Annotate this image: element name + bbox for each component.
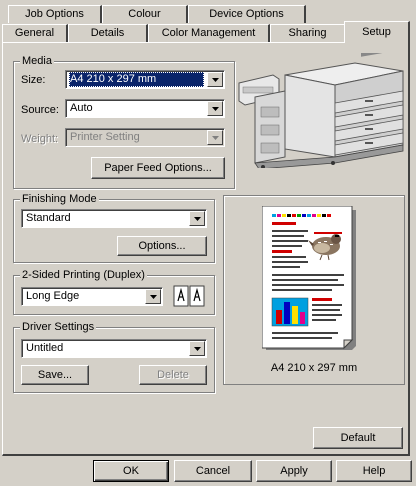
duplex-orientation-icon (173, 285, 205, 307)
tab-label: Colour (128, 8, 161, 20)
apply-button[interactable]: Apply (256, 460, 332, 482)
chevron-down-icon[interactable] (207, 101, 223, 116)
duplex-select[interactable]: Long Edge (21, 287, 163, 306)
weight-select: Printer Setting (65, 128, 225, 147)
cancel-label: Cancel (195, 465, 231, 477)
tab-color-management[interactable]: Color Management (148, 24, 270, 42)
paper-feed-options-button[interactable]: Paper Feed Options... (91, 157, 225, 179)
apply-label: Apply (280, 465, 308, 477)
tab-setup[interactable]: Setup (344, 21, 410, 43)
default-label: Default (340, 432, 376, 444)
help-button[interactable]: Help (336, 460, 412, 482)
printer-illustration (238, 53, 404, 168)
size-label: Size: (21, 74, 46, 86)
tab-label: General (14, 27, 55, 39)
tab-label: Color Management (161, 27, 256, 39)
driver-settings-select[interactable]: Untitled (21, 339, 207, 358)
chevron-down-icon[interactable] (189, 341, 205, 356)
ok-button[interactable]: OK (93, 460, 169, 482)
tab-details[interactable]: Details (68, 24, 148, 42)
source-select[interactable]: Auto (65, 99, 225, 118)
delete-settings-label: Delete (157, 369, 189, 381)
finishing-mode-title: Finishing Mode (20, 192, 99, 206)
chevron-down-icon (207, 130, 223, 145)
finishing-options-label: Options... (138, 240, 186, 252)
default-button[interactable]: Default (313, 427, 403, 449)
size-value: A4 210 x 297 mm (69, 72, 204, 87)
duplex-value: Long Edge (26, 290, 80, 302)
duplex-title: 2-Sided Printing (Duplex) (20, 268, 147, 282)
finishing-mode-value: Standard (26, 212, 71, 224)
setup-panel: Media Size: A4 210 x 297 mm Source: Auto… (2, 42, 410, 456)
finishing-options-button[interactable]: Options... (117, 236, 207, 256)
tab-label: Setup (362, 26, 391, 38)
page-preview (262, 206, 356, 350)
tab-general[interactable]: General (2, 24, 68, 42)
source-value: Auto (70, 102, 93, 114)
chevron-down-icon[interactable] (207, 72, 223, 87)
weight-label: Weight: (21, 133, 59, 145)
tab-device-options[interactable]: Device Options (188, 5, 306, 23)
preview-frame: A4 210 x 297 mm (223, 195, 405, 385)
tab-label: Details (90, 27, 125, 39)
weight-value: Printer Setting (70, 131, 140, 143)
paper-feed-options-label: Paper Feed Options... (104, 162, 212, 174)
size-select[interactable]: A4 210 x 297 mm (65, 70, 225, 89)
source-label: Source: (21, 104, 59, 116)
tab-sharing[interactable]: Sharing (270, 24, 346, 42)
tab-job-options[interactable]: Job Options (8, 5, 102, 23)
paper-size-caption: A4 210 x 297 mm (270, 362, 358, 374)
tab-label: Device Options (209, 8, 284, 20)
media-group-title: Media (20, 54, 54, 68)
chevron-down-icon[interactable] (189, 211, 205, 226)
save-settings-label: Save... (37, 369, 73, 381)
tab-label: Sharing (288, 27, 327, 39)
save-settings-button[interactable]: Save... (21, 365, 89, 385)
delete-settings-button: Delete (139, 365, 207, 385)
tab-label: Job Options (25, 8, 84, 20)
ok-label: OK (123, 465, 139, 477)
driver-settings-title: Driver Settings (20, 320, 97, 334)
driver-settings-value: Untitled (26, 342, 64, 354)
help-label: Help (362, 465, 386, 477)
finishing-mode-select[interactable]: Standard (21, 209, 207, 228)
chevron-down-icon[interactable] (145, 289, 161, 304)
tab-colour[interactable]: Colour (102, 5, 188, 23)
cancel-button[interactable]: Cancel (174, 460, 252, 482)
